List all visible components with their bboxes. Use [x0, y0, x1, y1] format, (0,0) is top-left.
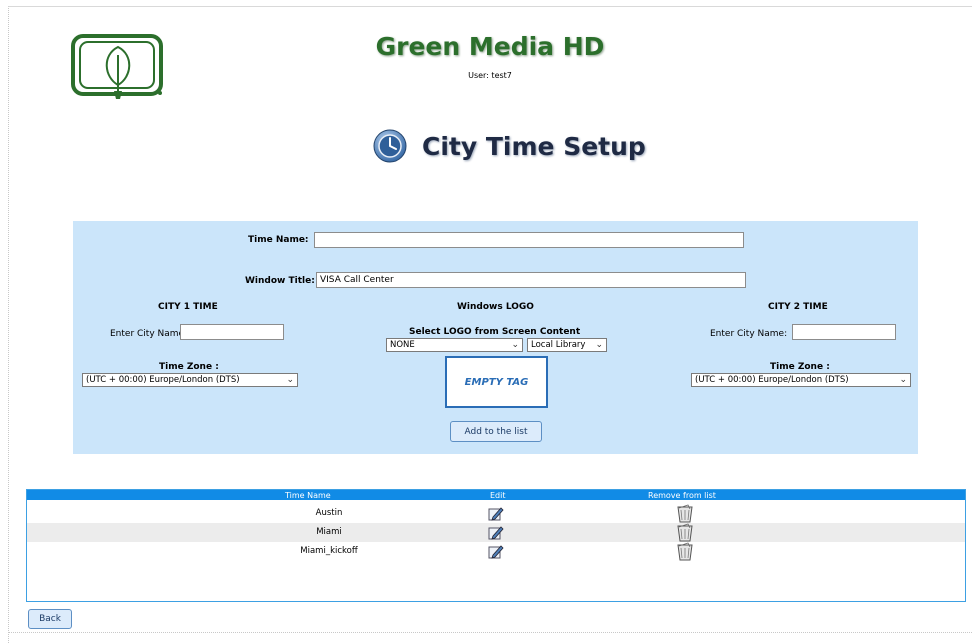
city1-name-input[interactable]: [180, 324, 284, 340]
table-header: Time Name Edit Remove from list: [27, 490, 965, 500]
time-name-input[interactable]: [314, 232, 744, 248]
city2-tz-label: Time Zone :: [770, 362, 830, 372]
chevron-down-icon: ⌄: [595, 340, 603, 350]
edit-icon[interactable]: [488, 544, 504, 559]
window-title-input[interactable]: VISA Call Center: [316, 272, 746, 288]
chevron-down-icon: ⌄: [899, 375, 907, 385]
logo-select[interactable]: NONE ⌄: [386, 338, 523, 352]
city2-timezone-select[interactable]: (UTC + 00:00) Europe/London (DTS) ⌄: [691, 373, 911, 387]
add-to-list-button[interactable]: Add to the list: [450, 421, 542, 442]
row-time-name: Miami: [316, 527, 342, 537]
city2-heading: CITY 2 TIME: [768, 302, 828, 312]
city2-name-input[interactable]: [792, 324, 896, 340]
library-select-value: Local Library: [531, 340, 586, 350]
city1-name-label: Enter City Name:: [110, 329, 188, 339]
logo-preview-text: EMPTY TAG: [464, 376, 529, 388]
trash-icon[interactable]: [676, 542, 694, 561]
table-row: Miami: [27, 523, 965, 542]
city1-timezone-select[interactable]: (UTC + 00:00) Europe/London (DTS) ⌄: [82, 373, 298, 387]
edit-icon[interactable]: [488, 506, 504, 521]
window-title-label: Window Title:: [245, 276, 315, 286]
edit-icon[interactable]: [488, 525, 504, 540]
time-setup-form: Time Name: Window Title: VISA Call Cente…: [73, 221, 918, 454]
page-title-text: City Time Setup: [422, 131, 646, 161]
back-button[interactable]: Back: [28, 609, 72, 629]
logo-preview: EMPTY TAG: [445, 356, 548, 408]
logo-select-label: Select LOGO from Screen Content: [409, 327, 581, 337]
user-label: User: test7: [468, 71, 512, 80]
city2-name-label: Enter City Name:: [710, 329, 788, 339]
city1-tz-value: (UTC + 00:00) Europe/London (DTS): [86, 375, 240, 385]
page-title: City Time Setup: [372, 126, 646, 166]
city2-tz-value: (UTC + 00:00) Europe/London (DTS): [695, 375, 849, 385]
row-time-name: Austin: [315, 508, 343, 518]
column-header-edit: Edit: [490, 491, 506, 500]
time-list-table: Time Name Edit Remove from list Austin M…: [26, 489, 966, 602]
clock-icon: [373, 129, 407, 163]
library-select[interactable]: Local Library ⌄: [527, 338, 607, 352]
logo-heading: Windows LOGO: [457, 302, 534, 312]
city1-heading: CITY 1 TIME: [158, 302, 218, 312]
green-media-logo-icon: [71, 34, 163, 99]
table-row: Miami_kickoff: [27, 542, 965, 561]
column-header-time-name: Time Name: [285, 491, 331, 500]
time-name-label: Time Name:: [248, 235, 309, 245]
column-header-remove: Remove from list: [648, 491, 716, 500]
city1-tz-label: Time Zone :: [159, 362, 219, 372]
table-row: Austin: [27, 504, 965, 523]
brand-title: Green Media HD: [375, 32, 605, 61]
trash-icon[interactable]: [676, 504, 694, 523]
logo-select-value: NONE: [390, 340, 415, 350]
divider: [8, 632, 972, 633]
chevron-down-icon: ⌄: [286, 375, 294, 385]
chevron-down-icon: ⌄: [511, 340, 519, 350]
row-time-name: Miami_kickoff: [300, 546, 358, 556]
trash-icon[interactable]: [676, 523, 694, 542]
